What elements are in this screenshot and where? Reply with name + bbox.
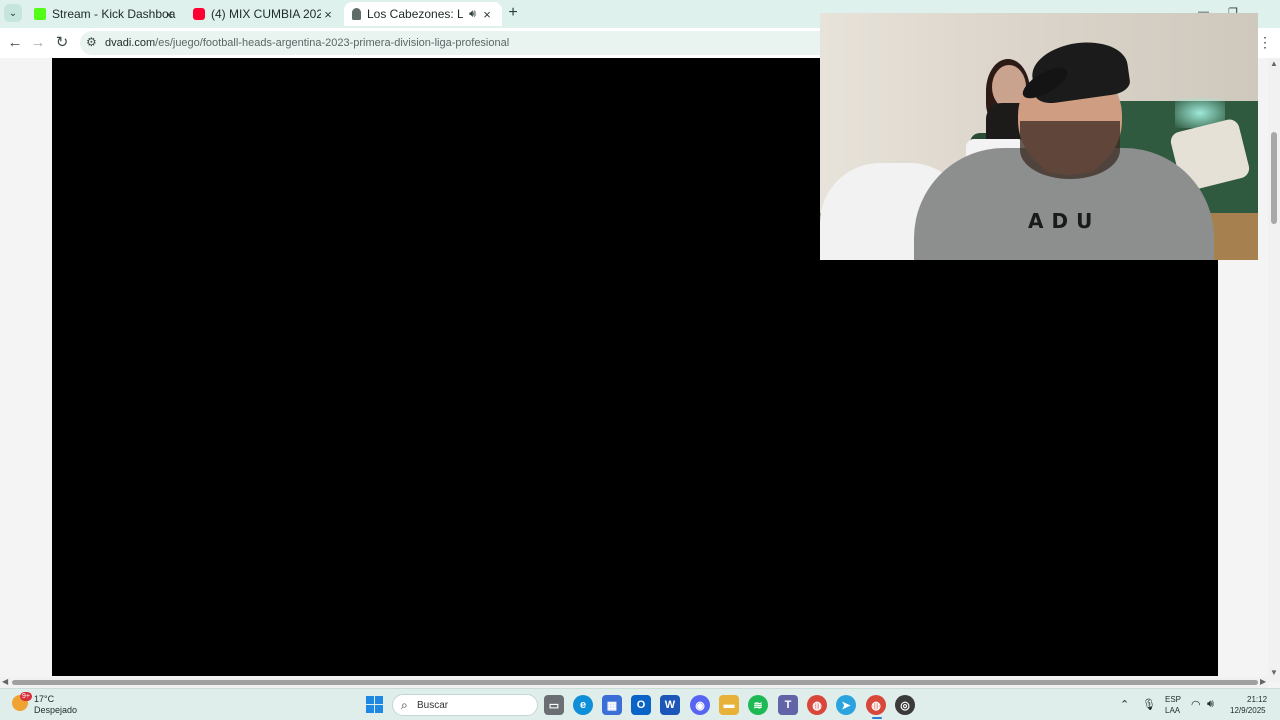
more-menu-icon[interactable]: ⋮ xyxy=(1258,35,1272,49)
telegram-icon[interactable]: ➤ xyxy=(836,695,856,715)
tab-title: Stream - Kick Dashboard xyxy=(52,7,176,21)
webcam-streamer-beard xyxy=(1020,121,1120,179)
vertical-scrollbar[interactable]: ▲ ▼ xyxy=(1268,58,1280,682)
discord-icon[interactable]: ◉ xyxy=(690,695,710,715)
back-arrow-icon[interactable]: ← xyxy=(5,33,25,53)
microphone-icon[interactable]: 🎙︎ xyxy=(1142,698,1156,711)
tab-los-cabezones[interactable]: Los Cabezones: La Primera 🔊︎ × xyxy=(344,2,502,26)
wifi-icon[interactable]: ◠ xyxy=(1191,698,1201,711)
vertical-scroll-thumb[interactable] xyxy=(1271,132,1277,224)
youtube-favicon-icon xyxy=(193,8,205,20)
tab-kick-dashboard[interactable]: Stream - Kick Dashboard × xyxy=(26,2,184,26)
scroll-down-arrow-icon[interactable]: ▼ xyxy=(1270,668,1278,677)
horizontal-scroll-thumb[interactable] xyxy=(12,680,1258,685)
scroll-left-arrow-icon[interactable]: ◀ xyxy=(2,677,8,686)
clock-time[interactable]: 21:12 xyxy=(1247,695,1267,704)
clock-date[interactable]: 12/9/2025 xyxy=(1230,706,1266,715)
active-app-indicator xyxy=(872,717,882,719)
task-view-icon[interactable]: ▭ xyxy=(544,695,564,715)
scroll-up-arrow-icon[interactable]: ▲ xyxy=(1270,59,1278,68)
horizontal-scrollbar[interactable]: ◀ ▶ xyxy=(0,677,1268,688)
windows-taskbar: 9+ 17°C Despejado ⌕ Buscar ▭ e ▦ O W ◉ ▬… xyxy=(0,688,1280,720)
url-text[interactable]: dvadi.com/es/juego/football-heads-argent… xyxy=(105,37,509,49)
tab-youtube-cumbia[interactable]: (4) MIX CUMBIA 2025 | Engancha × xyxy=(185,2,343,26)
edge-icon[interactable]: e xyxy=(573,695,593,715)
start-button[interactable] xyxy=(366,696,383,713)
site-info-icon[interactable]: ⚙︎ xyxy=(86,35,97,49)
webcam-shirt-text: ADU xyxy=(1028,209,1101,233)
volume-icon[interactable]: 🔊︎ xyxy=(1207,698,1214,711)
notification-badge: 9+ xyxy=(20,692,32,701)
tab-close-button[interactable]: × xyxy=(480,7,494,22)
page-favicon-icon xyxy=(352,8,361,20)
chrome-active-icon[interactable]: ◍ xyxy=(866,695,886,715)
microsoft-store-icon[interactable]: ▦ xyxy=(602,695,622,715)
tab-close-button[interactable]: × xyxy=(162,7,176,22)
tab-search-button[interactable]: ⌄ xyxy=(4,4,22,22)
outlook-icon[interactable]: O xyxy=(631,695,651,715)
spotify-icon[interactable]: ≋ xyxy=(748,695,768,715)
word-icon[interactable]: W xyxy=(660,695,680,715)
language-code[interactable]: ESP xyxy=(1165,695,1181,704)
weather-temperature: 17°C xyxy=(34,694,55,704)
keyboard-layout[interactable]: LAA xyxy=(1165,706,1180,715)
webcam-overlay: ADU xyxy=(820,13,1258,260)
tab-close-button[interactable]: × xyxy=(321,7,335,22)
chevron-down-icon: ⌄ xyxy=(8,7,18,19)
forward-arrow-icon[interactable]: → xyxy=(28,33,48,53)
file-explorer-icon[interactable]: ▬ xyxy=(719,695,739,715)
scroll-right-arrow-icon[interactable]: ▶ xyxy=(1260,677,1266,686)
kick-favicon-icon xyxy=(34,8,46,20)
chrome-icon[interactable]: ◍ xyxy=(807,695,827,715)
obs-icon[interactable]: ◎ xyxy=(895,695,915,715)
new-tab-button[interactable]: + xyxy=(504,4,522,22)
search-icon: ⌕ xyxy=(401,698,408,712)
tab-title: Los Cabezones: La Primera xyxy=(367,7,463,21)
windows-logo-icon xyxy=(366,696,374,704)
chevron-up-icon[interactable]: ⌃ xyxy=(1120,698,1129,711)
teams-icon[interactable]: T xyxy=(778,695,798,715)
speaker-icon[interactable]: 🔊︎ xyxy=(469,8,476,21)
tab-title: (4) MIX CUMBIA 2025 | Engancha xyxy=(211,7,321,21)
reload-icon[interactable]: ↻ xyxy=(52,33,72,53)
search-placeholder: Buscar xyxy=(417,700,449,711)
taskbar-search-box[interactable]: ⌕ Buscar xyxy=(392,694,538,716)
weather-description: Despejado xyxy=(34,705,78,715)
